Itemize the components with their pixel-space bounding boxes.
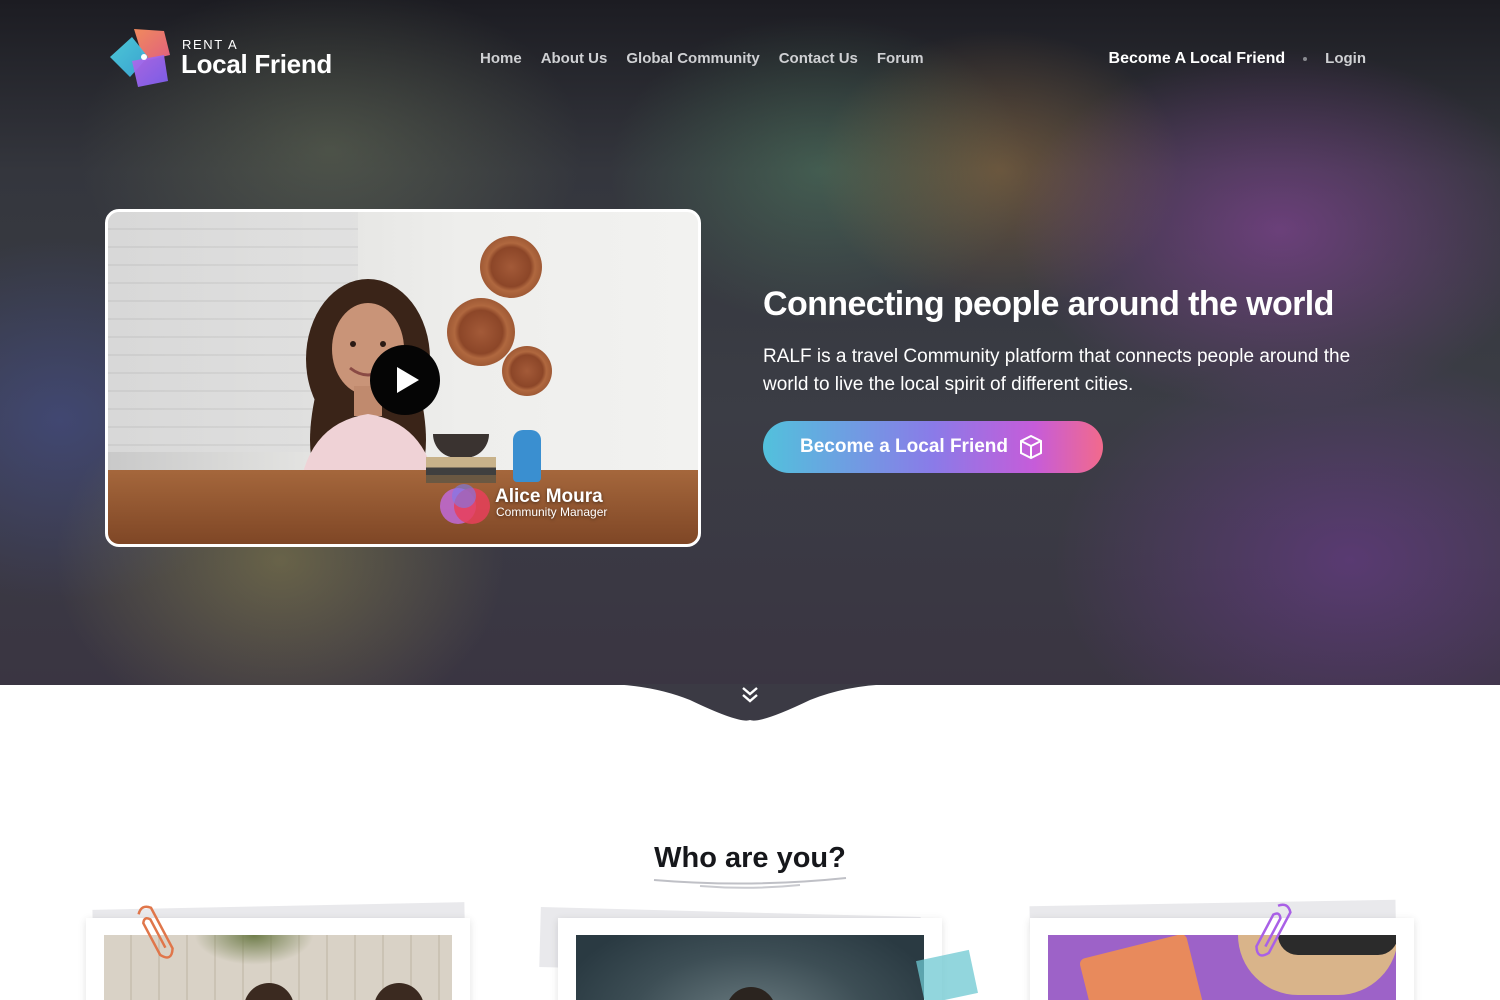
video-scene-basket [502, 346, 552, 396]
card-image-passport [1078, 935, 1208, 1000]
card-image-foliage [194, 935, 314, 965]
profile-card-local[interactable] [558, 918, 942, 1000]
cube-icon [1020, 434, 1043, 460]
card-image-person [726, 987, 776, 1000]
card-image-person [244, 983, 294, 1000]
card-image [576, 935, 924, 1000]
hero-light-arc [900, 120, 1500, 685]
card-image [1048, 935, 1396, 1000]
nav-forum[interactable]: Forum [877, 49, 924, 71]
logo[interactable]: RENT A Local Friend [108, 27, 353, 89]
video-scene-basket [480, 236, 542, 298]
card-image-person [374, 983, 424, 1000]
separator-dot [1303, 57, 1308, 61]
main-nav: Home About Us Global Community Contact U… [480, 49, 924, 71]
video-person-role: Community Manager [496, 505, 608, 519]
title-underline-decoration [653, 877, 847, 889]
cta-label: Become a Local Friend [800, 436, 1009, 457]
video-scene-statue [513, 430, 541, 482]
hero-section: RENT A Local Friend Home About Us Global… [0, 0, 1500, 685]
header-actions: Become A Local Friend Login [1109, 49, 1366, 69]
nav-global-community[interactable]: Global Community [626, 49, 759, 71]
become-local-friend-button[interactable]: Become a Local Friend [763, 421, 1103, 473]
chevrons-down-icon[interactable] [739, 684, 761, 706]
card-image-hat-band [1278, 935, 1396, 955]
section-title-who-are-you: Who are you? [654, 842, 846, 874]
nav-home[interactable]: Home [480, 49, 522, 71]
hero-title: Connecting people around the world [763, 285, 1334, 323]
login-link[interactable]: Login [1325, 49, 1366, 69]
hero-description: RALF is a travel Community platform that… [763, 346, 1351, 395]
ralf-badge-icon [440, 484, 490, 524]
intro-video[interactable]: Alice Moura Community Manager [105, 209, 701, 547]
nav-about-us[interactable]: About Us [541, 49, 608, 71]
profile-card-traveller-kit[interactable] [1030, 918, 1414, 1000]
nav-contact-us[interactable]: Contact Us [779, 49, 858, 71]
become-local-friend-link[interactable]: Become A Local Friend [1109, 49, 1286, 69]
logo-icon [110, 29, 170, 87]
logo-wordmark: Local Friend [181, 49, 332, 79]
video-scene-table [108, 470, 698, 544]
play-icon[interactable] [370, 345, 440, 415]
